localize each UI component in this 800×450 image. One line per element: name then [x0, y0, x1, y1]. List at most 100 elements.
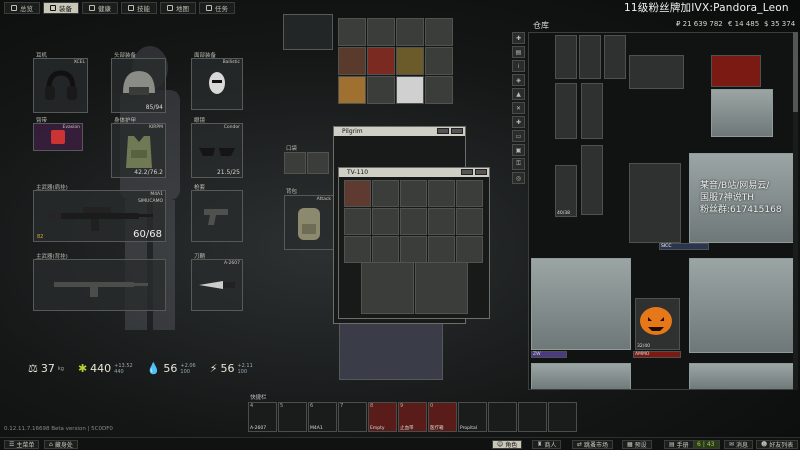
pilgrim-window-header[interactable]: Pilgrim [334, 127, 465, 136]
stash-item[interactable] [711, 55, 761, 87]
filter-meds-icon[interactable]: ✚ [512, 116, 525, 128]
secondary-weapon-slot[interactable]: 主武器(背挂) [33, 254, 166, 311]
traders-button[interactable]: ♜ 商人 [532, 440, 562, 449]
face-cover-slot[interactable]: 面部装备 Ballistic [191, 53, 243, 110]
backpack-cell[interactable] [338, 76, 366, 104]
tab-skills[interactable]: 技能 [121, 2, 157, 14]
pumpkin-item[interactable]: 32/40 [635, 298, 680, 350]
tv110-window[interactable]: TV-110 [338, 167, 490, 319]
backpack-cell[interactable] [338, 18, 366, 46]
stash-item[interactable] [581, 83, 603, 139]
backpack-cell[interactable] [425, 76, 453, 104]
grid-cell[interactable] [372, 180, 399, 207]
quick-slot[interactable] [518, 402, 547, 432]
item-cell[interactable] [344, 180, 371, 207]
stash-item[interactable] [579, 35, 601, 79]
friends-button[interactable]: ☻ 好友列表 [756, 440, 799, 449]
quick-slot[interactable] [488, 402, 517, 432]
grid-cell[interactable] [372, 236, 399, 263]
top-middle-container[interactable] [283, 14, 333, 50]
grid-cell[interactable] [428, 208, 455, 235]
grid-cell[interactable] [400, 236, 427, 263]
window-close-button[interactable] [451, 128, 463, 134]
tab-health[interactable]: 健康 [82, 2, 118, 14]
tab-map[interactable]: 地图 [160, 2, 196, 14]
backpack-cell[interactable] [396, 47, 424, 75]
window-minimize-button[interactable] [437, 128, 449, 134]
hideout-button[interactable]: ⌂ 藏身处 [44, 440, 78, 449]
flea-market-button[interactable]: ⇄ 跳蚤市场 [572, 440, 614, 449]
backpack-cell[interactable] [396, 76, 424, 104]
filter-keys-icon[interactable]: ⚿ [512, 158, 525, 170]
tab-tasks[interactable]: 任务 [199, 2, 235, 14]
filter-mods-icon[interactable]: ◈ [512, 74, 525, 86]
stash-item[interactable] [555, 35, 577, 79]
quick-slot[interactable] [548, 402, 577, 432]
grid-cell[interactable] [456, 180, 483, 207]
grid-cell[interactable] [344, 236, 371, 263]
tab-gear[interactable]: 装备 [43, 2, 79, 14]
backpack-cell[interactable] [425, 18, 453, 46]
earpiece-slot[interactable]: 耳机 XCEL [33, 53, 88, 113]
quick-slot[interactable]: 7 [338, 402, 367, 432]
grid-cell[interactable] [400, 180, 427, 207]
grid-cell[interactable] [428, 180, 455, 207]
quick-slot[interactable]: 8 Empty [368, 402, 397, 432]
case-item[interactable] [711, 89, 773, 137]
stash-item[interactable]: 40/38 [555, 165, 577, 217]
case-item[interactable] [689, 363, 795, 389]
quick-slot[interactable]: 4 A-2607 [248, 402, 277, 432]
tv110-window-header[interactable]: TV-110 [339, 168, 489, 177]
headwear-slot[interactable]: 头部装备 85/94 [111, 53, 166, 113]
backpack-cell[interactable] [367, 18, 395, 46]
messenger-button[interactable]: ✉ 消息 [724, 440, 754, 449]
holster-slot[interactable]: 枪套 [191, 185, 243, 242]
body-armor-slot[interactable]: 身体护甲 KIRPM 42.2/76.2 [111, 118, 166, 178]
grid-cell[interactable] [456, 236, 483, 263]
filter-tools-icon[interactable]: ✕ [512, 102, 525, 114]
backpack-cell[interactable] [425, 47, 453, 75]
grid-cell[interactable] [400, 208, 427, 235]
backpack-slot[interactable]: Attack [284, 195, 334, 250]
stash-item[interactable] [604, 35, 626, 79]
case-item[interactable] [531, 363, 631, 389]
presets-button[interactable]: ▦ 预设 [622, 440, 652, 449]
tab-overview[interactable]: 总览 [4, 2, 40, 14]
quick-slot[interactable]: Propital [458, 402, 487, 432]
grid-cell[interactable] [344, 208, 371, 235]
large-case-item[interactable] [531, 258, 631, 350]
backpack-cell[interactable] [367, 47, 395, 75]
backpack-cell[interactable] [396, 18, 424, 46]
stash-item[interactable] [629, 55, 684, 89]
quick-slot[interactable]: 0 医疗箱 [428, 402, 457, 432]
filter-food-icon[interactable]: ▭ [512, 130, 525, 142]
armband-slot[interactable]: 臂带 Evasion [33, 118, 83, 151]
large-case-item[interactable] [689, 258, 795, 353]
grid-cell[interactable] [372, 208, 399, 235]
grid-cell[interactable] [456, 208, 483, 235]
scrollbar-thumb[interactable] [793, 32, 798, 112]
grid-cell[interactable] [428, 236, 455, 263]
primary-weapon-slot[interactable]: 主武器(肩挂) M4A1 SIMUCAMO 82 60/68 [33, 185, 166, 242]
eyewear-slot[interactable]: 眼镜 Condor 21.5/25 [191, 118, 243, 178]
filter-armor-icon[interactable]: ▲ [512, 88, 525, 100]
backpack-cell[interactable] [338, 47, 366, 75]
filter-containers-icon[interactable]: ▣ [512, 144, 525, 156]
stash-item[interactable] [555, 83, 577, 139]
quick-slot[interactable]: 6 M4A1 [308, 402, 337, 432]
filter-weapons-icon[interactable]: ▤ [512, 46, 525, 58]
main-menu-button[interactable]: ☰ 主菜单 [4, 440, 40, 449]
grid-cell[interactable] [361, 262, 414, 314]
stash-item[interactable] [581, 145, 603, 215]
pocket-slot[interactable] [307, 152, 329, 174]
quick-slot[interactable]: 5 [278, 402, 307, 432]
backpack-cell[interactable] [367, 76, 395, 104]
jerrycan-item[interactable] [629, 163, 681, 243]
pocket-slot[interactable] [284, 152, 306, 174]
scabbard-slot[interactable]: 刀鞘 A-2607 [191, 254, 243, 311]
quick-slot[interactable]: 9 止血带 [398, 402, 427, 432]
filter-misc-icon[interactable]: ◎ [512, 172, 525, 184]
character-button[interactable]: ☺ 角色 [492, 440, 523, 449]
filter-ammo-icon[interactable]: ⁞ [512, 60, 525, 72]
window-close-button[interactable] [475, 169, 487, 175]
